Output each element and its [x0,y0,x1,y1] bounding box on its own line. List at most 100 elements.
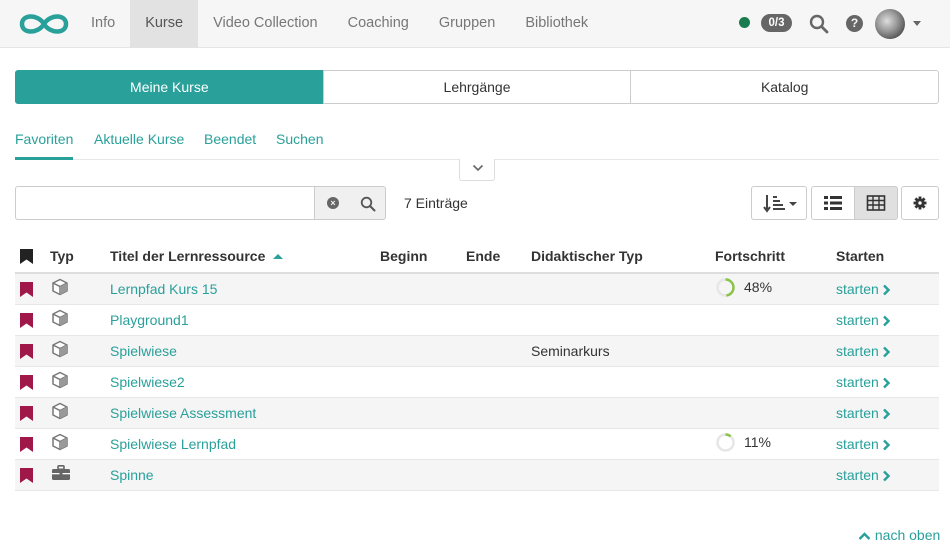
avatar[interactable] [875,9,905,39]
start-link[interactable]: starten [836,343,891,359]
nav-item-gruppen[interactable]: Gruppen [424,0,510,48]
end-cell [466,428,531,460]
clear-search-icon[interactable]: × [327,197,339,209]
end-cell [466,397,531,429]
bookmark-icon[interactable] [20,405,33,421]
sort-button[interactable] [751,186,807,220]
entries-count: 7 Einträge [404,195,468,211]
nav-item-coaching[interactable]: Coaching [333,0,424,48]
start-link[interactable]: starten [836,281,891,297]
didactic-type [531,428,715,460]
online-status-icon[interactable] [739,17,750,28]
course-title-link[interactable]: Spielwiese Assessment [110,405,256,421]
bookmark-icon[interactable] [20,374,33,390]
courses-table: Typ Titel der Lernressource Beginn Ende … [15,240,939,491]
segment-katalog[interactable]: Katalog [630,70,940,104]
cube-icon [51,402,69,423]
chevron-down-icon [472,164,484,172]
course-title-link[interactable]: Playground1 [110,312,189,328]
progress-indicator: 48% [715,277,772,298]
tab-beendet[interactable]: Beendet [204,125,256,160]
chevron-down-icon[interactable] [913,21,921,26]
start-link[interactable]: starten [836,312,891,328]
course-title-link[interactable]: Spielwiese Lernpfad [110,436,236,452]
start-link[interactable]: starten [836,374,891,390]
course-title-link[interactable]: Spielwiese2 [110,374,185,390]
start-label: starten [836,466,879,483]
logo-infinity-icon[interactable] [16,9,72,39]
didactic-type [531,366,715,398]
chevron-right-icon [882,346,891,358]
start-label: starten [836,435,879,452]
begin-cell [380,397,466,429]
column-header-bookmark[interactable] [15,240,50,274]
sort-asc-icon [273,254,284,260]
table-row: Spinne starten [15,459,939,491]
search-icon[interactable] [360,196,376,212]
bookmark-icon[interactable] [20,467,33,483]
chevron-right-icon [882,315,891,327]
tab-suchen[interactable]: Suchen [276,125,323,160]
bookmark-icon[interactable] [20,281,33,297]
start-label: starten [836,404,879,421]
filter-tabs: Favoriten Aktuelle Kurse Beendet Suchen [15,125,939,160]
tab-favoriten[interactable]: Favoriten [15,125,74,160]
column-header-title[interactable]: Titel der Lernressource [110,240,380,274]
didactic-type [531,397,715,429]
progress-value: 11% [744,434,771,450]
column-header-begin[interactable]: Beginn [380,240,466,274]
begin-cell [380,335,466,367]
list-icon [824,196,842,210]
nav-item-kurse[interactable]: Kurse [130,0,199,48]
cube-icon [51,340,69,361]
search-actions: × [314,186,386,220]
bookmark-icon[interactable] [20,436,33,452]
cube-icon [51,309,69,330]
gear-icon [913,196,927,210]
begin-cell [380,459,466,491]
table-row: Lernpfad Kurs 15 48% starten [15,273,939,305]
start-link[interactable]: starten [836,405,891,421]
nav-item-video-collection[interactable]: Video Collection [198,0,333,48]
start-label: starten [836,280,879,297]
begin-cell [380,304,466,336]
top-navbar: Info Kurse Video Collection Coaching Gru… [0,0,950,48]
back-to-top-label: nach oben [874,527,941,543]
chevron-right-icon [882,284,891,296]
back-to-top-link[interactable]: nach oben [858,527,940,543]
tab-aktuelle-kurse[interactable]: Aktuelle Kurse [94,125,184,160]
search-icon[interactable] [809,14,829,34]
column-header-typ[interactable]: Typ [50,240,110,274]
bookmark-icon[interactable] [20,343,33,359]
column-header-start[interactable]: Starten [836,240,939,274]
help-icon[interactable]: ? [846,15,863,32]
search-input[interactable] [15,186,315,220]
chevron-right-icon [882,377,891,389]
chevron-right-icon [882,408,891,420]
column-header-end[interactable]: Ende [466,240,531,274]
nav-item-bibliothek[interactable]: Bibliothek [510,0,603,48]
column-header-didactic[interactable]: Didaktischer Typ [531,240,715,274]
expand-filters-button[interactable] [459,159,495,181]
table-row: Spielwiese Seminarkurs starten [15,335,939,367]
settings-button[interactable] [901,186,939,220]
bookmark-icon[interactable] [20,312,33,328]
segment-lehrgaenge[interactable]: Lehrgänge [322,70,632,104]
cube-icon [51,433,69,454]
table-view-button[interactable] [854,186,898,220]
main-nav: Info Kurse Video Collection Coaching Gru… [76,0,603,48]
progress-value: 48% [744,279,773,296]
nav-item-info[interactable]: Info [76,0,130,48]
list-view-button[interactable] [811,186,855,220]
course-title-link[interactable]: Spielwiese [110,343,177,359]
column-header-progress[interactable]: Fortschritt [715,240,836,274]
notification-badge[interactable]: 0/3 [761,14,792,32]
course-title-link[interactable]: Lernpfad Kurs 15 [110,281,217,297]
start-link[interactable]: starten [836,436,891,452]
segment-meine-kurse[interactable]: Meine Kurse [15,70,324,104]
didactic-type [531,273,715,305]
progress-ring [716,278,735,297]
didactic-type: Seminarkurs [531,335,715,367]
course-title-link[interactable]: Spinne [110,467,154,483]
start-link[interactable]: starten [836,467,891,483]
